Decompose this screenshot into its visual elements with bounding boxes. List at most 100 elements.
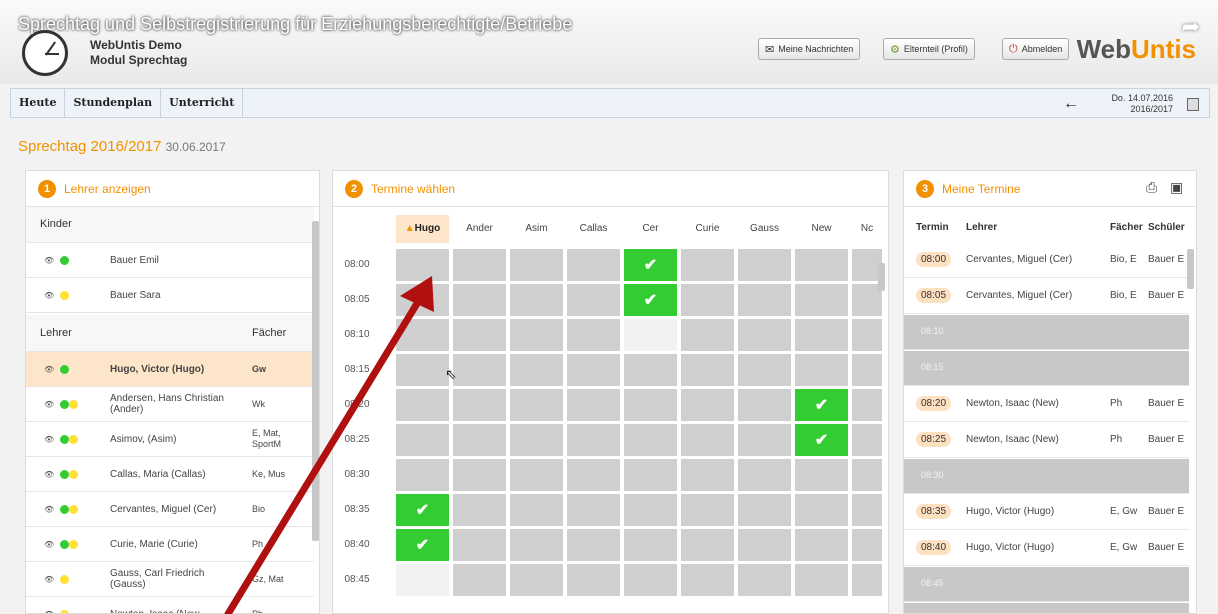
time-slot[interactable] [453,284,506,316]
time-slot[interactable] [453,319,506,351]
teacher-row[interactable]: 👁 Cervantes, Miguel (Cer) Bio [26,492,314,527]
teacher-row[interactable]: 👁 Newton, Isaac (New Ph [26,597,314,613]
time-slot[interactable] [681,459,734,491]
teacher-row[interactable]: 👁 Callas, Maria (Callas) Ke, Mus [26,457,314,492]
booked-slot[interactable]: ✔ [396,529,449,561]
teacher-row[interactable]: 👁 Andersen, Hans Christian (Ander) Wk [26,387,314,422]
time-slot[interactable] [681,494,734,526]
time-slot[interactable] [510,284,563,316]
time-slot[interactable] [396,354,449,386]
time-slot[interactable] [567,424,620,456]
time-slot[interactable] [396,459,449,491]
time-slot[interactable] [510,494,563,526]
pdf-icon[interactable]: ▣ [1170,179,1183,196]
back-arrow-icon[interactable]: ← [1063,95,1079,113]
appointment-row[interactable]: 08:10 [904,315,1189,350]
time-slot[interactable] [852,389,882,421]
time-slot[interactable] [738,319,791,351]
eye-icon[interactable]: 👁 [44,291,54,300]
time-slot[interactable] [852,459,882,491]
eye-icon[interactable]: 👁 [44,400,54,409]
appointment-row[interactable]: 08:15 [904,351,1189,386]
nav-heute[interactable]: Heute [11,88,66,118]
eye-icon[interactable]: 👁 [44,575,54,584]
column-header[interactable]: Gauss [738,215,791,243]
time-slot[interactable] [681,424,734,456]
messages-button[interactable]: ✉ Meine Nachrichten [758,38,861,60]
time-slot[interactable] [396,284,449,316]
appointment-row[interactable]: 08:35 Hugo, Victor (Hugo) E, Gw Bauer E [904,495,1189,530]
time-slot[interactable] [795,459,848,491]
appointment-row[interactable]: 08:00 Cervantes, Miguel (Cer) Bio, E Bauer … [904,243,1189,278]
time-slot[interactable] [453,564,506,596]
time-slot[interactable] [795,284,848,316]
appointment-row[interactable]: 08:25 Newton, Isaac (New) Ph Bauer E [904,423,1189,458]
time-slot[interactable] [624,459,677,491]
time-slot[interactable] [795,354,848,386]
time-slot[interactable] [738,389,791,421]
appointment-row[interactable]: 08:40 Hugo, Victor (Hugo) E, Gw Bauer E [904,531,1189,566]
time-slot[interactable] [681,529,734,561]
time-slot[interactable] [567,284,620,316]
booked-slot[interactable]: ✔ [795,389,848,421]
time-slot[interactable] [510,459,563,491]
scrollbar[interactable] [312,221,319,541]
teacher-row[interactable]: 👁 Gauss, Carl Friedrich (Gauss) Gz, Mat [26,562,314,597]
time-slot[interactable] [624,354,677,386]
time-slot[interactable] [852,424,882,456]
column-header[interactable]: ▲Hugo [396,215,449,243]
time-slot[interactable] [681,284,734,316]
time-slot[interactable] [738,284,791,316]
time-slot[interactable] [453,424,506,456]
time-slot[interactable] [567,529,620,561]
time-slot[interactable] [852,319,882,351]
scrollbar[interactable] [878,263,885,291]
time-slot[interactable] [624,424,677,456]
time-slot[interactable] [567,319,620,351]
column-header[interactable]: Callas [567,215,620,243]
time-slot[interactable] [567,389,620,421]
time-slot[interactable] [567,459,620,491]
time-slot[interactable] [738,424,791,456]
scrollbar[interactable] [1187,249,1194,289]
time-slot[interactable] [567,249,620,281]
unavailable-slot[interactable] [624,319,677,351]
time-slot[interactable] [453,389,506,421]
time-slot[interactable] [624,529,677,561]
time-slot[interactable] [567,494,620,526]
time-slot[interactable] [795,494,848,526]
eye-icon[interactable]: 👁 [44,256,54,265]
appointment-row[interactable]: 08:50 [904,603,1189,613]
booked-slot[interactable]: ✔ [396,494,449,526]
time-slot[interactable] [624,494,677,526]
time-slot[interactable] [510,319,563,351]
time-slot[interactable] [396,424,449,456]
time-slot[interactable] [852,494,882,526]
teacher-row[interactable]: 👁 Asimov, (Asim) E, Mat, SportM [26,422,314,457]
booked-slot[interactable]: ✔ [795,424,848,456]
share-icon[interactable]: ➦ [1182,14,1200,40]
time-slot[interactable] [396,319,449,351]
column-header[interactable]: Cer [624,215,677,243]
appointment-row[interactable]: 08:05 Cervantes, Miguel (Cer) Bio, E Bauer … [904,279,1189,314]
column-header[interactable]: Ander [453,215,506,243]
appointment-row[interactable]: 08:20 Newton, Isaac (New) Ph Bauer E [904,387,1189,422]
time-slot[interactable] [738,564,791,596]
time-slot[interactable] [738,459,791,491]
time-slot[interactable] [852,564,882,596]
profile-button[interactable]: ⚙ Elternteil (Profil) [883,38,975,60]
time-slot[interactable] [795,249,848,281]
time-slot[interactable] [396,249,449,281]
eye-icon[interactable]: 👁 [44,470,54,479]
time-slot[interactable] [567,354,620,386]
time-slot[interactable] [510,564,563,596]
eye-icon[interactable]: 👁 [44,505,54,514]
booked-slot[interactable]: ✔ [624,249,677,281]
time-slot[interactable] [567,564,620,596]
time-slot[interactable] [795,529,848,561]
booked-slot[interactable]: ✔ [624,284,677,316]
time-slot[interactable] [453,494,506,526]
time-slot[interactable] [624,564,677,596]
time-slot[interactable] [453,529,506,561]
print-icon[interactable]: ⎙ [1146,179,1157,196]
